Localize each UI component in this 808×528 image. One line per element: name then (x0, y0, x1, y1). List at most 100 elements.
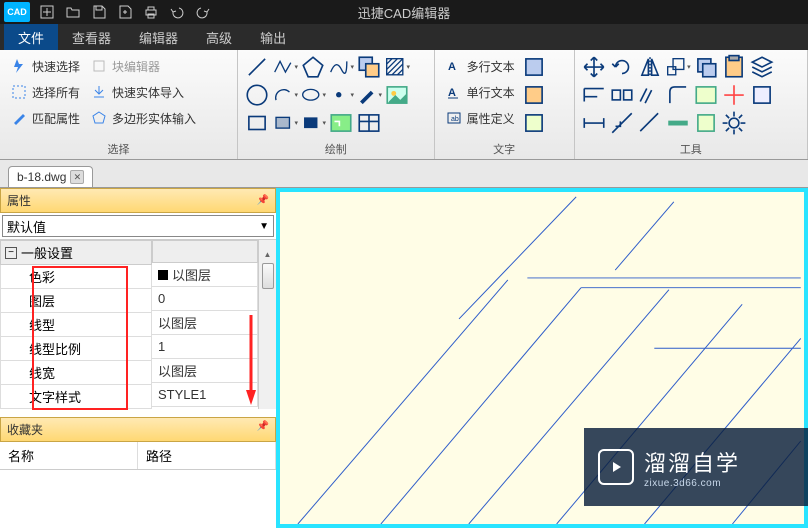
saveas-button[interactable] (114, 1, 136, 23)
tool-r2[interactable] (693, 110, 719, 136)
undo-button[interactable] (166, 1, 188, 23)
poly-input-button[interactable]: 多边形实体输入 (86, 106, 200, 130)
rotate-tool[interactable] (609, 54, 635, 80)
fav-col-path[interactable]: 路径 (138, 442, 276, 469)
prop-section-general[interactable]: − 一般设置 (0, 240, 152, 265)
select-all-icon (10, 83, 28, 101)
text-tool-3[interactable] (521, 110, 547, 136)
tool-e2[interactable] (721, 82, 747, 108)
raster-tool[interactable] (328, 110, 354, 136)
prop-row-color[interactable]: 色彩 (0, 265, 152, 289)
rect-tool[interactable] (244, 110, 270, 136)
spline-tool[interactable]: ▾ (328, 54, 354, 80)
pin-icon[interactable]: 📌 (257, 421, 269, 438)
app-title: 迅捷CAD编辑器 (358, 3, 450, 22)
menu-file[interactable]: 文件 (4, 24, 58, 51)
menubar: 文件 查看器 编辑器 高级 输出 (0, 24, 808, 50)
menu-advanced[interactable]: 高级 (192, 24, 246, 51)
polygon-tool[interactable] (300, 54, 326, 80)
offset-tool[interactable] (637, 82, 663, 108)
attr-icon: ab (445, 109, 463, 127)
favorites-columns: 名称 路径 (0, 442, 276, 470)
file-tab[interactable]: b-18.dwg ✕ (8, 166, 93, 187)
line-tool[interactable] (244, 54, 270, 80)
menu-viewer[interactable]: 查看器 (58, 24, 125, 51)
image-tool[interactable] (384, 82, 410, 108)
text-tool-1[interactable] (521, 54, 547, 80)
point-tool[interactable]: ▾ (328, 82, 354, 108)
arc-tool[interactable]: ▾ (272, 82, 298, 108)
fillet-tool[interactable] (665, 82, 691, 108)
import-solid-button[interactable]: 快速实体导入 (86, 80, 200, 104)
copy-tool[interactable] (693, 54, 719, 80)
ellipse-tool[interactable]: ▾ (300, 82, 326, 108)
extend-tool[interactable] (609, 82, 635, 108)
watermark-brand: 溜溜自学 (644, 446, 740, 478)
layers-tool[interactable] (749, 54, 775, 80)
settings-tool[interactable] (721, 110, 747, 136)
rect2-tool[interactable]: ▾ (272, 110, 298, 136)
tool-e3[interactable] (749, 82, 775, 108)
prop-row-ltype[interactable]: 线型 (0, 313, 152, 337)
table-tool[interactable] (356, 110, 382, 136)
close-tab-button[interactable]: ✕ (70, 170, 84, 184)
dim3-tool[interactable] (637, 110, 663, 136)
prop-default-combo[interactable]: 默认值▼ (2, 215, 274, 237)
save-button[interactable] (88, 1, 110, 23)
prop-scrollbar[interactable]: ▲ (258, 240, 276, 409)
circle-tool[interactable] (244, 82, 270, 108)
scroll-thumb[interactable] (262, 263, 274, 289)
mirror-tool[interactable] (637, 54, 663, 80)
prop-row-lscale[interactable]: 线型比例 (0, 337, 152, 361)
prop-val-layer[interactable]: 0 (152, 287, 258, 311)
menu-output[interactable]: 输出 (246, 24, 300, 51)
stext-icon: A (445, 83, 463, 101)
stext-button[interactable]: A单行文本 (441, 80, 519, 104)
file-tabs: b-18.dwg ✕ (0, 160, 808, 188)
pin-icon[interactable]: 📌 (257, 195, 269, 206)
prop-val-lscale[interactable]: 1 (152, 335, 258, 359)
select-all-button[interactable]: 选择所有 (6, 80, 84, 104)
scale-tool[interactable]: ▾ (665, 54, 691, 80)
match-prop-button[interactable]: 匹配属性 (6, 106, 84, 130)
polyline-tool[interactable]: ▾ (272, 54, 298, 80)
block-editor-button[interactable]: 块编辑器 (86, 54, 200, 78)
collapse-icon[interactable]: − (5, 247, 17, 259)
block-insert-tool[interactable] (356, 54, 382, 80)
prop-row-tstyle[interactable]: 文字样式 (0, 385, 152, 409)
tool-r1[interactable] (665, 110, 691, 136)
prop-row-layer[interactable]: 图层 (0, 289, 152, 313)
fillrect-tool[interactable]: ▾ (300, 110, 326, 136)
quick-select-button[interactable]: 快速选择 (6, 54, 84, 78)
text-tool-2[interactable] (521, 82, 547, 108)
prop-val-ltype[interactable]: 以图层 (152, 311, 258, 335)
print-button[interactable] (140, 1, 162, 23)
app-logo: CAD (4, 2, 30, 22)
svg-text:A: A (448, 61, 456, 73)
prop-row-lweight[interactable]: 线宽 (0, 361, 152, 385)
prop-panel-header: 属性 📌 (0, 188, 276, 213)
menu-editor[interactable]: 编辑器 (125, 24, 192, 51)
redo-button[interactable] (192, 1, 214, 23)
prop-val-tstyle[interactable]: STYLE1 (152, 383, 258, 407)
fav-col-name[interactable]: 名称 (0, 442, 138, 469)
move-tool[interactable] (581, 54, 607, 80)
dim2-tool[interactable] (609, 110, 635, 136)
hatch-tool[interactable]: ▾ (384, 54, 410, 80)
brush2-tool[interactable]: ▾ (356, 82, 382, 108)
tool-e1[interactable] (693, 82, 719, 108)
mtext-button[interactable]: A多行文本 (441, 54, 519, 78)
polygon-icon (90, 109, 108, 127)
prop-val-color[interactable]: 以图层 (152, 263, 258, 287)
dim-tool[interactable] (581, 110, 607, 136)
group-label-draw: 绘制 (244, 139, 428, 157)
trim-tool[interactable] (581, 82, 607, 108)
new-file-button[interactable] (36, 1, 58, 23)
attr-def-button[interactable]: ab属性定义 (441, 106, 519, 130)
prop-val-lweight[interactable]: 以图层 (152, 359, 258, 383)
file-tab-label: b-18.dwg (17, 170, 66, 184)
ribbon: 快速选择 选择所有 匹配属性 块编辑器 快速实体导入 多边形实体输入 选择 ▾ … (0, 50, 808, 160)
open-file-button[interactable] (62, 1, 84, 23)
paste-tool[interactable] (721, 54, 747, 80)
group-label-tools: 工具 (581, 139, 801, 157)
